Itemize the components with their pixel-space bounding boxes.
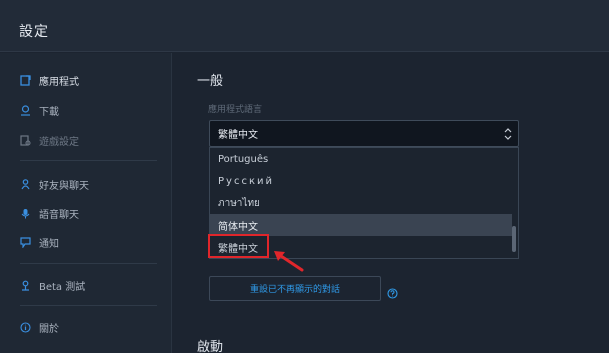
select-arrows-icon [504,127,512,141]
info-icon [20,321,31,333]
sidebar-item-label: 應用程式 [39,76,79,88]
sidebar-item-label: 通知 [39,238,59,250]
sidebar-item-friends[interactable]: 好友與聊天 [20,174,89,194]
sidebar-item-about[interactable]: 關於 [20,317,59,337]
sidebar-item-label: 下載 [39,106,59,118]
dropdown-scrollbar[interactable] [512,226,516,252]
notification-icon [20,236,31,248]
sidebar-divider [20,263,157,264]
language-option-highlighted[interactable]: 简体中文 [210,214,512,236]
help-icon[interactable] [387,284,398,299]
sidebar-item-label: 遊戲設定 [39,136,79,148]
microphone-icon [20,208,31,219]
language-option[interactable]: ภาษาไทย [210,192,512,214]
download-icon [20,104,31,116]
window-title: 設定 [19,24,49,40]
annotation-highlight-box [208,234,269,258]
settings-panel: 一般 應用程式語言 繁體中文 Português Русский ภาษาไทย… [173,53,609,353]
app-icon [20,74,31,86]
language-label: 應用程式語言 [208,105,263,115]
sidebar-divider [20,305,157,306]
sidebar-item-notifications[interactable]: 通知 [20,232,59,252]
beta-icon [20,280,31,291]
sidebar-item-beta[interactable]: Beta 測試 [20,275,85,295]
sidebar-divider [20,160,157,161]
sidebar-item-game-settings[interactable]: 遊戲設定 [20,130,79,150]
startup-heading: 啟動 [197,340,224,353]
sidebar-item-download[interactable]: 下載 [20,100,59,120]
sidebar-item-label: 好友與聊天 [39,180,89,192]
language-selected-value: 繁體中文 [218,130,258,141]
sidebar-item-label: 語音聊天 [39,209,79,221]
language-option[interactable]: Português [210,148,512,170]
language-select[interactable]: 繁體中文 [209,120,519,147]
reset-dialogs-button[interactable]: 重設已不再顯示的對話 [209,276,381,301]
friends-icon [20,178,31,190]
game-settings-icon [20,134,31,146]
sidebar-item-voice-chat[interactable]: 語音聊天 [20,203,79,223]
sidebar-item-label: Beta 測試 [39,281,86,293]
annotation-arrow-icon [274,251,304,272]
title-bar: 設定 [0,0,609,52]
sidebar-item-app[interactable]: 應用程式 [20,70,79,90]
language-option[interactable]: Русский [210,170,512,192]
sidebar-item-label: 關於 [39,323,59,335]
general-heading: 一般 [197,74,224,89]
sidebar: 應用程式 下載 遊戲設定 好友與聊天 語音聊天 通知 Beta 測試 關於 [0,53,172,353]
